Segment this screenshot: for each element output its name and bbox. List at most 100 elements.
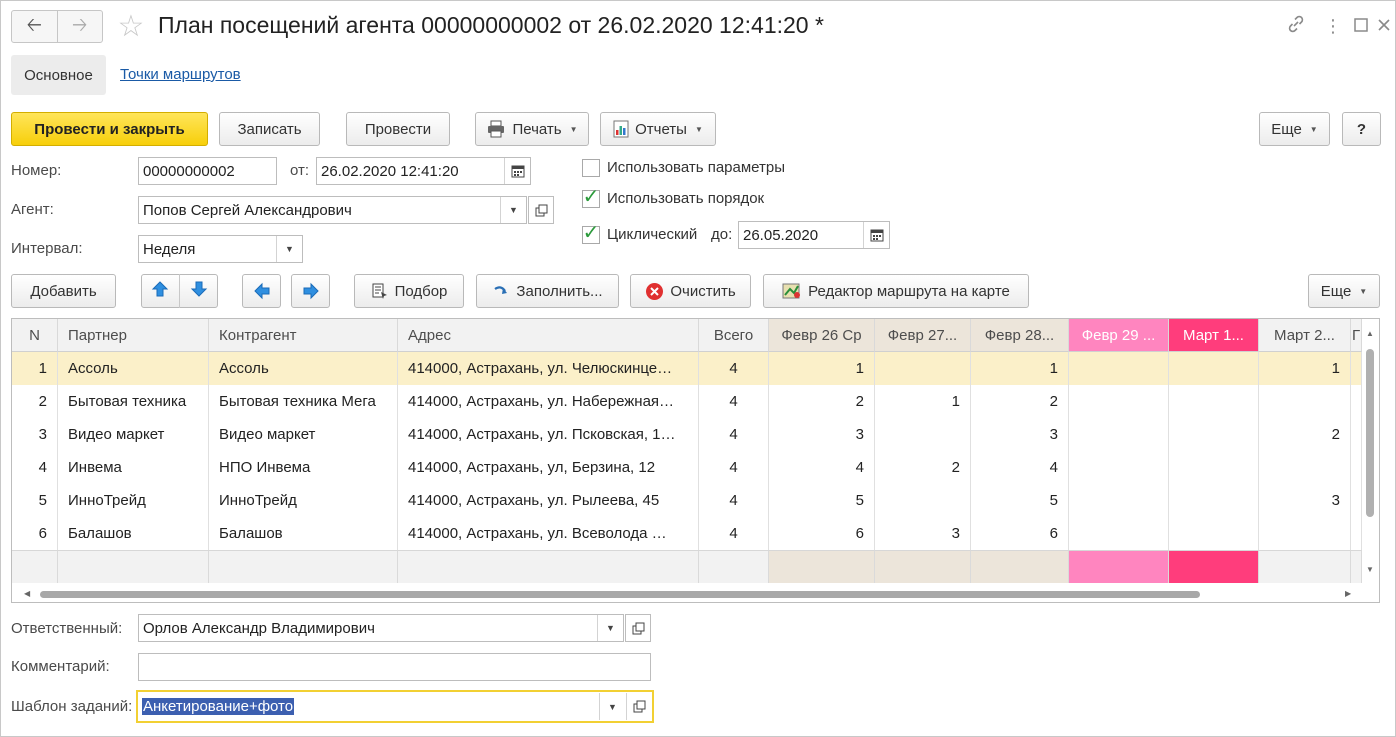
header-next-partial[interactable]: Г <box>1351 319 1362 352</box>
favorite-star-icon[interactable]: ☆ <box>114 10 148 44</box>
cell-partner[interactable]: Видео маркет <box>58 418 209 451</box>
cell-partner[interactable]: Инвема <box>58 451 209 484</box>
scroll-left-icon[interactable]: ◀ <box>24 589 30 598</box>
tab-main[interactable]: Основное <box>11 55 106 95</box>
cell-feb-26[interactable]: 6 <box>769 517 875 550</box>
save-button[interactable]: Записать <box>219 112 320 146</box>
cell-feb-26[interactable]: 2 <box>769 385 875 418</box>
date-field[interactable]: 26.02.2020 12:41:20 <box>316 157 531 185</box>
comment-input[interactable] <box>138 653 651 681</box>
cell-address[interactable]: 414000, Астрахань, ул. Челюскинце… <box>398 352 699 385</box>
cell-feb-28[interactable]: 1 <box>971 352 1069 385</box>
cell-mar-2[interactable]: 2 <box>1259 418 1351 451</box>
cell-n[interactable]: 3 <box>12 418 58 451</box>
table-row[interactable]: 6 Балашов Балашов 414000, Астрахань, ул. Вс… <box>12 517 1362 550</box>
cell-next-partial[interactable] <box>1351 484 1362 517</box>
post-button[interactable]: Провести <box>346 112 450 146</box>
vertical-scroll-thumb[interactable] <box>1366 349 1374 517</box>
cell-mar-1[interactable] <box>1169 517 1259 550</box>
header-total[interactable]: Всего <box>699 319 769 352</box>
cell-feb-26[interactable]: 1 <box>769 352 875 385</box>
reports-button[interactable]: Отчеты ▼ <box>600 112 716 146</box>
back-arrow-icon[interactable]: 🡠 <box>12 11 57 42</box>
help-button[interactable]: ? <box>1342 112 1381 146</box>
cell-n[interactable]: 4 <box>12 451 58 484</box>
table-row[interactable]: 1 Ассоль Ассоль 414000, Астрахань, ул. Челю… <box>12 352 1362 385</box>
horizontal-scrollbar[interactable]: ◀ ▶ <box>12 586 1379 602</box>
number-field[interactable]: 00000000002 <box>138 157 277 185</box>
cell-next-partial[interactable] <box>1351 451 1362 484</box>
header-feb-27[interactable]: Февр 27... <box>875 319 971 352</box>
cell-feb-28[interactable]: 4 <box>971 451 1069 484</box>
cell-feb-29[interactable] <box>1069 418 1169 451</box>
move-down-arrow-icon[interactable] <box>190 280 208 302</box>
chevron-down-icon[interactable]: ▼ <box>276 236 302 262</box>
cell-total[interactable]: 4 <box>699 451 769 484</box>
cell-feb-27[interactable]: 1 <box>875 385 971 418</box>
cell-feb-28[interactable]: 6 <box>971 517 1069 550</box>
cell-feb-29[interactable] <box>1069 451 1169 484</box>
cell-feb-26[interactable]: 4 <box>769 451 875 484</box>
cell-feb-29[interactable] <box>1069 517 1169 550</box>
cell-counterparty[interactable]: НПО Инвема <box>209 451 398 484</box>
responsible-field[interactable]: Орлов Александр Владимирович ▼ <box>138 614 624 642</box>
scroll-down-icon[interactable]: ▼ <box>1366 565 1374 574</box>
cell-n[interactable]: 5 <box>12 484 58 517</box>
cell-address[interactable]: 414000, Астрахань, ул. Набережная… <box>398 385 699 418</box>
interval-select[interactable]: Неделя ▼ <box>138 235 303 263</box>
scroll-right-icon[interactable]: ▶ <box>1345 589 1351 598</box>
cell-feb-26[interactable]: 3 <box>769 418 875 451</box>
cell-mar-2[interactable]: 1 <box>1259 352 1351 385</box>
header-feb-26[interactable]: Февр 26 Ср <box>769 319 875 352</box>
tab-route-points[interactable]: Точки маршрутов <box>120 66 241 83</box>
cell-counterparty[interactable]: ИнноТрейд <box>209 484 398 517</box>
move-up-arrow-icon[interactable] <box>151 280 169 302</box>
header-n[interactable]: N <box>12 319 58 352</box>
cell-address[interactable]: 414000, Астрахань, ул. Рылеева, 45 <box>398 484 699 517</box>
chevron-down-icon[interactable]: ▼ <box>597 615 623 641</box>
cell-total[interactable]: 4 <box>699 418 769 451</box>
post-and-close-button[interactable]: Провести и закрыть <box>11 112 208 146</box>
cell-mar-1[interactable] <box>1169 352 1259 385</box>
cell-counterparty[interactable]: Ассоль <box>209 352 398 385</box>
cell-counterparty[interactable]: Бытовая техника Мега <box>209 385 398 418</box>
agent-field[interactable]: Попов Сергей Александрович ▼ <box>138 196 527 224</box>
header-address[interactable]: Адрес <box>398 319 699 352</box>
open-template-button[interactable] <box>626 693 652 720</box>
cell-feb-27[interactable]: 3 <box>875 517 971 550</box>
cyclic-checkbox[interactable]: ✓ <box>582 223 600 244</box>
fill-button[interactable]: Заполнить... <box>476 274 619 308</box>
more-button[interactable]: Еще ▼ <box>1259 112 1330 146</box>
cell-mar-2[interactable] <box>1259 451 1351 484</box>
print-button[interactable]: Печать ▼ <box>475 112 589 146</box>
cell-feb-28[interactable]: 2 <box>971 385 1069 418</box>
route-map-editor-button[interactable]: Редактор маршрута на карте <box>763 274 1029 308</box>
calendar-icon[interactable] <box>504 158 530 184</box>
cell-mar-2[interactable] <box>1259 385 1351 418</box>
table-row[interactable]: 3 Видео маркет Видео маркет 414000, Астраха… <box>12 418 1362 451</box>
cell-feb-27[interactable] <box>875 484 971 517</box>
cell-feb-29[interactable] <box>1069 352 1169 385</box>
open-agent-button[interactable] <box>528 196 554 224</box>
scroll-up-icon[interactable]: ▲ <box>1366 329 1374 338</box>
cell-feb-27[interactable] <box>875 418 971 451</box>
cell-n[interactable]: 2 <box>12 385 58 418</box>
pick-button[interactable]: Подбор <box>354 274 464 308</box>
cell-mar-1[interactable] <box>1169 385 1259 418</box>
horizontal-scroll-thumb[interactable] <box>40 591 1200 598</box>
cell-counterparty[interactable]: Видео маркет <box>209 418 398 451</box>
chevron-down-icon[interactable]: ▼ <box>500 197 526 223</box>
table-more-button[interactable]: Еще ▼ <box>1308 274 1380 308</box>
cell-n[interactable]: 1 <box>12 352 58 385</box>
cell-next-partial[interactable] <box>1351 517 1362 550</box>
more-vertical-icon[interactable]: ⋮ <box>1321 14 1345 38</box>
chevron-down-icon[interactable]: ▼ <box>599 693 625 720</box>
move-right-button[interactable] <box>291 274 330 308</box>
table-row[interactable]: 2 Бытовая техника Бытовая техника Мега 4140… <box>12 385 1362 418</box>
forward-arrow-icon[interactable]: 🡢 <box>56 11 103 42</box>
use-params-checkbox[interactable] <box>582 159 600 177</box>
cell-next-partial[interactable] <box>1351 418 1362 451</box>
header-feb-28[interactable]: Февр 28... <box>971 319 1069 352</box>
move-left-button[interactable] <box>242 274 281 308</box>
cell-address[interactable]: 414000, Астрахань, ул. Всеволода … <box>398 517 699 550</box>
